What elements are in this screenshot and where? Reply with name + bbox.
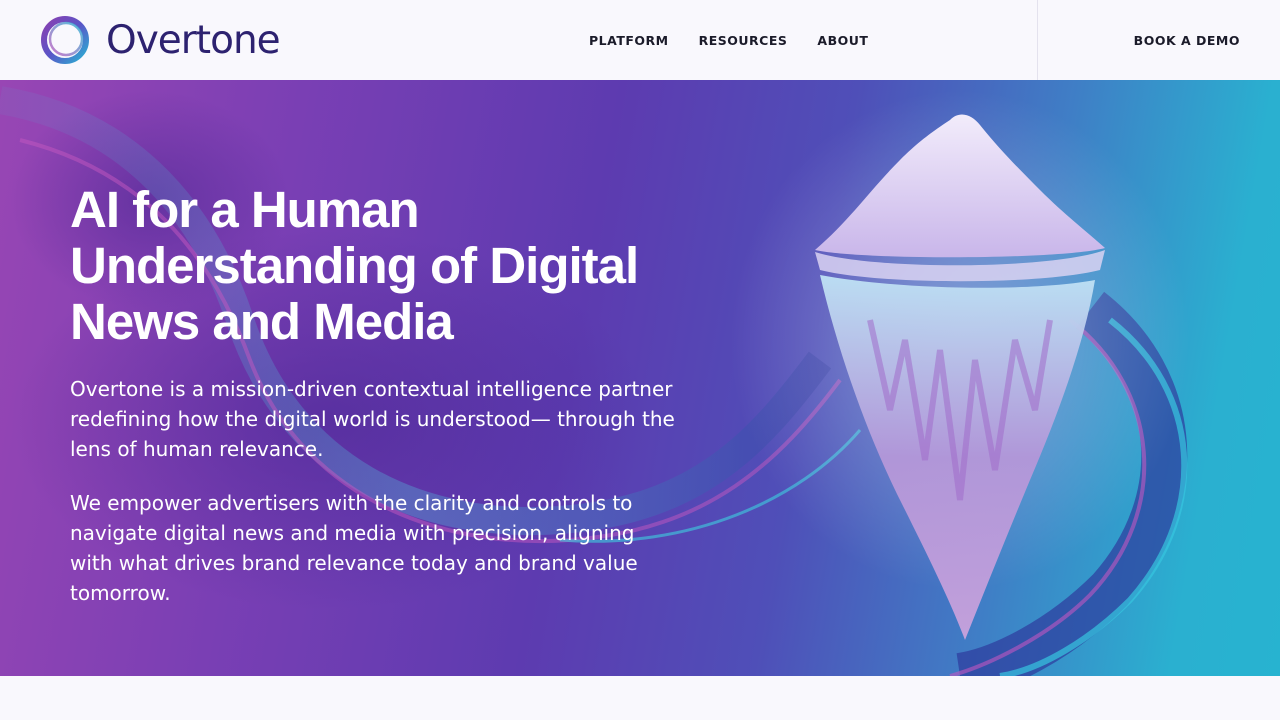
nav-about[interactable]: ABOUT — [817, 33, 868, 49]
main-nav: PLATFORM RESOURCES ABOUT — [589, 33, 868, 49]
hero-description-1: Overtone is a mission-driven contextual … — [70, 377, 675, 461]
site-header: Overtone PLATFORM RESOURCES ABOUT BOOK A… — [0, 0, 1280, 80]
logo-link[interactable]: Overtone — [40, 15, 281, 65]
hero-title: AI for a Human Understanding of Digital … — [70, 181, 639, 350]
hero-description-2: We empower advertisers with the clarity … — [70, 491, 638, 605]
book-demo-button[interactable]: BOOK A DEMO — [1134, 33, 1240, 49]
hero-section: AI for a Human Understanding of Digital … — [0, 80, 1280, 676]
nav-resources[interactable]: RESOURCES — [699, 33, 788, 49]
nav-platform[interactable]: PLATFORM — [589, 33, 669, 49]
header-divider — [1037, 0, 1038, 80]
brand-name: Overtone — [106, 17, 281, 63]
ring-logo-icon — [41, 16, 89, 64]
